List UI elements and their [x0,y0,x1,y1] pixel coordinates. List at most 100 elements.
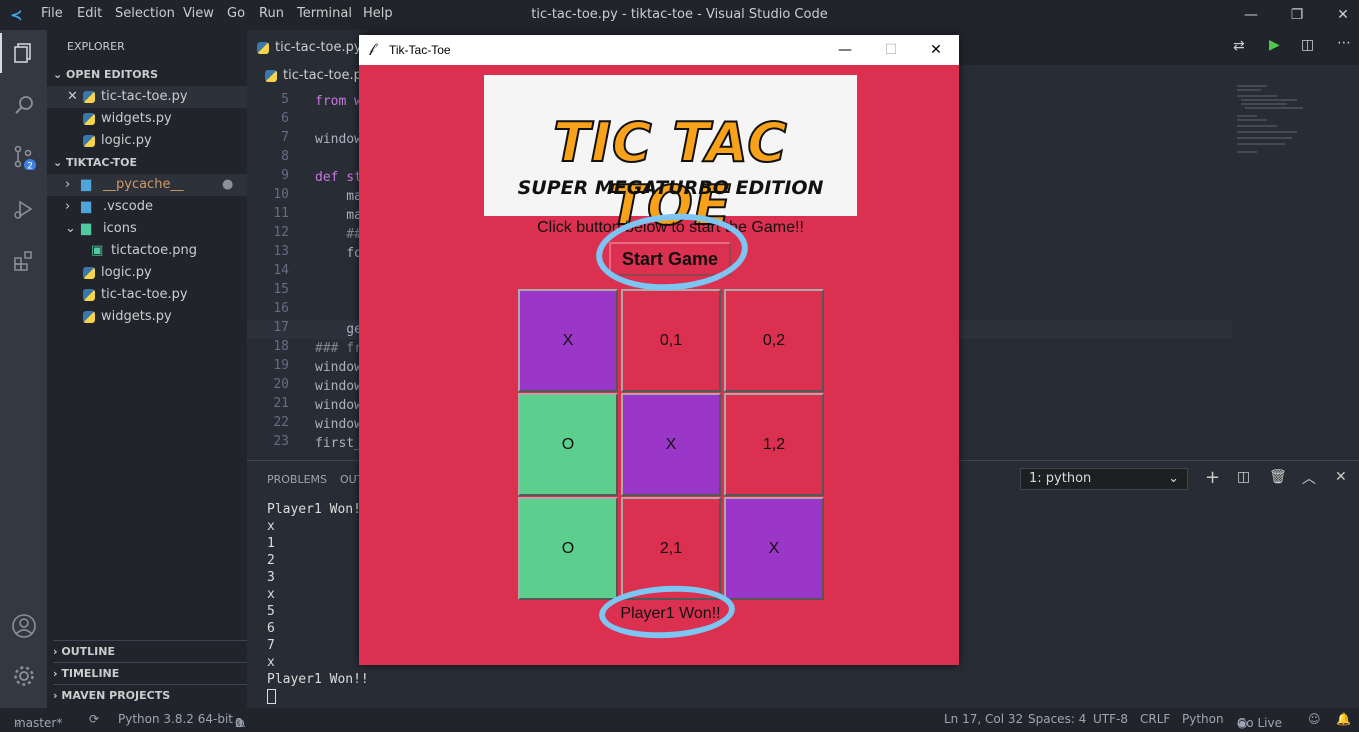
cursor-position[interactable]: Ln 17, Col 32 [944,712,1023,726]
title-bar: ≺ File Edit Selection View Go Run Termin… [0,0,1359,30]
restore-icon[interactable]: ❐ [1274,2,1320,28]
feedback-icon[interactable]: ☺ [1308,712,1321,726]
open-changes-icon[interactable]: ⇄ [1233,38,1245,54]
status-bar: ⑂ master* ⟳ Python 3.8.2 64-bit ⊗ 0 ⚠ 0 … [0,708,1359,732]
tree-folder-icons[interactable]: ⌄ ▆ icons [47,218,247,240]
python-file-icon [265,69,277,82]
board-cell[interactable]: X [724,497,824,600]
terminal-line: Player1 Won!! [267,672,369,687]
maximize-icon[interactable]: ☐ [868,35,914,65]
search-icon[interactable] [0,85,47,125]
source-control-icon[interactable]: 2 [0,137,47,177]
line-number: 8 [281,149,289,164]
terminal-select-value: 1: python [1029,471,1092,486]
settings-gear-icon[interactable] [0,656,47,696]
indentation[interactable]: Spaces: 4 [1028,712,1086,726]
timeline-section[interactable]: › TIMELINE [53,662,253,684]
trash-icon[interactable]: 🗑 [1269,469,1287,485]
board-cell[interactable]: 0,2 [724,289,824,392]
python-file-icon [257,41,269,54]
run-file-icon[interactable]: ▶ [1269,37,1280,53]
account-icon[interactable] [0,606,47,646]
board-cell[interactable]: X [518,289,618,392]
close-icon[interactable]: ✕ [67,86,78,108]
extensions-icon[interactable] [0,241,47,281]
language-mode[interactable]: Python [1182,712,1224,726]
python-file-icon [83,266,95,279]
code-line: window [315,398,362,413]
encoding[interactable]: UTF-8 [1093,712,1128,726]
outline-section[interactable]: › OUTLINE [53,640,253,662]
terminal-select[interactable]: 1: python ⌄ [1020,468,1188,490]
activity-bar: 2 [0,30,47,708]
more-actions-icon[interactable]: ⋯ [1337,35,1351,51]
explorer-icon[interactable] [0,33,47,73]
code-line: ## [315,227,362,242]
board-cell[interactable]: X [621,393,721,496]
line-number: 12 [273,225,289,240]
project-label: TIKTAC-TOE [66,156,137,169]
open-editor-item[interactable]: logic.py [47,130,247,152]
line-number: 18 [273,339,289,354]
tree-file-widgets[interactable]: widgets.py [47,306,247,328]
board-cell[interactable]: O [518,497,618,600]
tree-file-png[interactable]: ▣ tictactoe.png [47,240,247,262]
board-cell[interactable]: 0,1 [621,289,721,392]
window-title: tic-tac-toe.py - tiktac-toe - Visual Stu… [531,7,828,22]
feather-icon: 𝒻 [369,41,375,56]
board-cell[interactable]: 2,1 [621,497,721,600]
open-editors-section[interactable]: ⌄ OPEN EDITORS [53,64,253,86]
project-section[interactable]: ⌄ TIKTAC-TOE [53,152,253,174]
minimize-icon[interactable]: — [822,35,868,65]
line-ending[interactable]: CRLF [1140,712,1170,726]
chevron-down-icon: ⌄ [53,156,67,169]
line-number: 9 [281,168,289,183]
go-live-label: Go Live [1237,716,1282,730]
sync-icon[interactable]: ⟳ [89,712,99,726]
chevron-right-icon: › [65,177,71,192]
terminal-line: x [267,519,275,534]
tk-titlebar[interactable]: 𝒻 Tik-Tac-Toe — ☐ ✕ [359,35,959,65]
close-icon[interactable]: ✕ [913,35,959,65]
breadcrumb-label: tic-tac-toe.py [283,68,370,83]
tab-problems[interactable]: PROBLEMS [267,473,327,486]
open-editor-item[interactable]: ✕ tic-tac-toe.py [47,86,247,108]
tree-label: .vscode [103,199,153,214]
terminal-line: 5 [267,604,275,619]
chevron-up-icon[interactable]: ︿ [1302,468,1316,488]
board-cell[interactable]: 1,2 [724,393,824,496]
new-terminal-icon[interactable]: + [1205,467,1220,488]
tree-label: tic-tac-toe.py [101,287,188,302]
line-number: 6 [281,111,289,126]
tree-folder-pycache[interactable]: › ▆ __pycache__ ● [47,174,247,196]
code-line: window [315,360,362,375]
tree-folder-vscode[interactable]: › ▆ .vscode [47,196,247,218]
minimize-icon[interactable]: — [1228,2,1274,28]
line-number: 10 [273,187,289,202]
line-number: 7 [281,130,289,145]
image-file-icon: ▣ [91,243,104,258]
open-editor-item[interactable]: widgets.py [47,108,247,130]
line-number: 17 [273,320,289,335]
notifications-bell-icon[interactable]: 🔔 [1336,712,1351,726]
maven-section[interactable]: › MAVEN PROJECTS [53,684,253,706]
python-file-icon [83,112,95,125]
editor-tab[interactable]: tic-tac-toe.py [247,30,367,65]
python-interpreter[interactable]: Python 3.8.2 64-bit [118,712,233,726]
close-icon[interactable]: ✕ [1320,2,1359,28]
minimap[interactable] [1237,82,1307,162]
explorer-header: EXPLORER [67,40,125,53]
open-editor-label: logic.py [101,133,152,148]
tree-file-main[interactable]: tic-tac-toe.py [47,284,247,306]
split-terminal-icon[interactable]: ◫ [1237,469,1250,485]
title-banner-image: TIC TAC TOE SUPER MEGATURBO EDITION [484,75,857,238]
breadcrumb[interactable]: tic-tac-toe.py [265,68,370,83]
close-panel-icon[interactable]: ✕ [1335,469,1347,485]
run-debug-icon[interactable] [0,189,47,229]
tree-label: widgets.py [101,309,172,324]
tree-label: __pycache__ [103,177,184,192]
board-cell[interactable]: O [518,393,618,496]
code-line: window [315,379,362,394]
tree-file-logic[interactable]: logic.py [47,262,247,284]
split-editor-icon[interactable]: ◫ [1301,37,1314,53]
